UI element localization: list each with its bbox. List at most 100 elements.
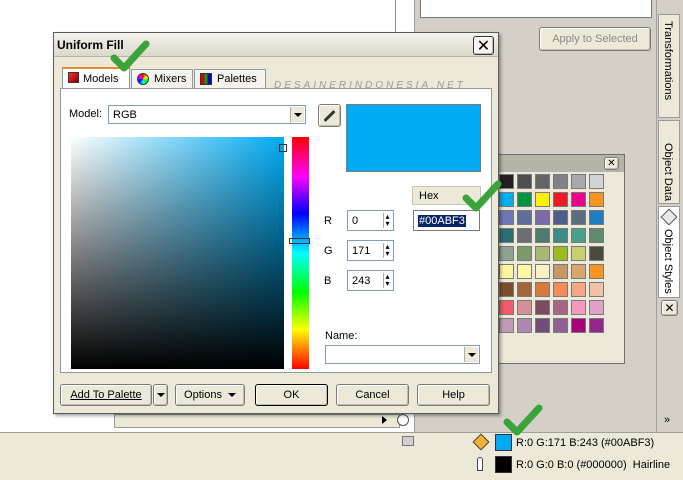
mixers-icon <box>137 73 149 85</box>
ok-label: OK <box>283 389 300 401</box>
g-input-value: 171 <box>352 244 371 257</box>
palette-swatch[interactable] <box>571 282 586 297</box>
cancel-button[interactable]: Cancel <box>336 384 409 406</box>
side-tab-object-styles[interactable]: Object Styles <box>658 206 680 298</box>
status-snap-icon <box>402 436 414 446</box>
palette-swatch[interactable] <box>553 210 568 225</box>
outline-pen-icon <box>477 457 483 471</box>
palette-swatch[interactable] <box>571 246 586 261</box>
r-label: R <box>324 215 332 227</box>
color-palette-window: ✕ <box>488 154 625 364</box>
palette-swatch[interactable] <box>553 264 568 279</box>
palette-swatch[interactable] <box>571 300 586 315</box>
hue-slider[interactable] <box>289 137 310 369</box>
r-spinner-icon[interactable]: ▴ ▾ <box>383 213 391 228</box>
palette-swatch[interactable] <box>535 174 550 189</box>
palette-swatch[interactable] <box>589 174 604 189</box>
palette-swatch[interactable] <box>589 300 604 315</box>
palette-swatch[interactable] <box>553 228 568 243</box>
palette-swatch[interactable] <box>553 246 568 261</box>
scroll-right-arrow-icon[interactable] <box>382 416 387 424</box>
palette-swatch[interactable] <box>553 300 568 315</box>
hue-slider-marker[interactable] <box>289 238 310 244</box>
palette-swatch[interactable] <box>499 264 514 279</box>
side-tab-object-data-label: Object Data <box>662 143 674 202</box>
add-to-palette-button[interactable]: Add To Palette <box>60 384 152 406</box>
palette-swatch[interactable] <box>517 246 532 261</box>
ok-button[interactable]: OK <box>255 384 328 406</box>
add-to-palette-dropdown-button[interactable] <box>153 384 168 406</box>
g-spinner-icon[interactable]: ▴ ▾ <box>383 243 391 258</box>
side-tab-transformations[interactable]: Transformations <box>658 14 680 118</box>
help-button[interactable]: Help <box>417 384 490 406</box>
palette-swatch[interactable] <box>499 300 514 315</box>
palette-swatch[interactable] <box>499 318 514 333</box>
docker-white-box <box>420 0 652 18</box>
palette-swatch[interactable] <box>535 192 550 207</box>
outline-color-swatch[interactable] <box>495 456 512 473</box>
color-field-marker[interactable] <box>279 144 287 152</box>
palette-swatch[interactable] <box>499 228 514 243</box>
palette-swatch[interactable] <box>571 264 586 279</box>
docker-scroll-arrow-icon[interactable]: » <box>664 414 670 426</box>
palette-swatch[interactable] <box>589 264 604 279</box>
palette-swatch[interactable] <box>571 174 586 189</box>
b-input[interactable]: 243 ▴ ▾ <box>347 270 394 291</box>
g-label: G <box>324 245 333 257</box>
palette-swatch[interactable] <box>589 246 604 261</box>
palette-swatch[interactable] <box>517 318 532 333</box>
palette-swatch[interactable] <box>517 264 532 279</box>
apply-to-selected-button[interactable]: Apply to Selected <box>539 27 651 51</box>
palette-swatch[interactable] <box>517 300 532 315</box>
palette-swatch[interactable] <box>589 192 604 207</box>
palette-swatch[interactable] <box>589 318 604 333</box>
horizontal-scrollbar[interactable] <box>114 414 400 428</box>
palette-swatch[interactable] <box>553 174 568 189</box>
palette-swatch[interactable] <box>589 282 604 297</box>
palette-swatch[interactable] <box>517 192 532 207</box>
palette-swatch[interactable] <box>535 210 550 225</box>
tab-palettes[interactable]: Palettes <box>194 69 266 88</box>
palette-swatch[interactable] <box>553 192 568 207</box>
palette-swatch[interactable] <box>517 228 532 243</box>
palette-swatch[interactable] <box>535 318 550 333</box>
palette-swatch[interactable] <box>535 246 550 261</box>
palette-swatch[interactable] <box>535 228 550 243</box>
side-tab-object-data[interactable]: Object Data <box>658 120 680 204</box>
checkmark-icon <box>110 40 150 72</box>
options-button[interactable]: Options <box>175 384 245 406</box>
cancel-label: Cancel <box>355 389 390 401</box>
color-saturation-field[interactable] <box>71 137 287 369</box>
palette-swatch[interactable] <box>571 228 586 243</box>
eyedropper-button[interactable] <box>318 104 341 127</box>
palette-swatch[interactable] <box>553 318 568 333</box>
eyedropper-icon <box>323 109 336 122</box>
dialog-close-button[interactable]: ✕ <box>473 36 494 55</box>
palette-swatch[interactable] <box>571 192 586 207</box>
palette-swatch[interactable] <box>499 282 514 297</box>
b-spinner-icon[interactable]: ▴ ▾ <box>383 273 391 288</box>
palette-swatch[interactable] <box>571 210 586 225</box>
zoom-tool-icon[interactable] <box>397 414 409 426</box>
palette-swatch[interactable] <box>589 210 604 225</box>
name-dropdown[interactable] <box>325 345 480 364</box>
outline-color-readout: R:0 G:0 B:0 (#000000) Hairline <box>516 459 671 471</box>
palette-swatch[interactable] <box>517 174 532 189</box>
palette-swatch[interactable] <box>517 282 532 297</box>
chevron-down-icon <box>290 107 304 122</box>
palette-swatch[interactable] <box>535 282 550 297</box>
help-label: Help <box>442 389 465 401</box>
options-chevron-down-icon <box>227 393 236 397</box>
docker-close-button[interactable]: ✕ <box>661 300 678 316</box>
g-input[interactable]: 171 ▴ ▾ <box>347 240 394 261</box>
palette-swatch[interactable] <box>589 228 604 243</box>
palette-close-button[interactable]: ✕ <box>604 157 619 170</box>
palette-swatch[interactable] <box>499 246 514 261</box>
palette-swatch[interactable] <box>535 300 550 315</box>
palette-swatch[interactable] <box>571 318 586 333</box>
palette-swatch[interactable] <box>535 264 550 279</box>
r-input[interactable]: 0 ▴ ▾ <box>347 210 394 231</box>
model-dropdown[interactable]: RGB <box>108 105 306 124</box>
palette-swatch[interactable] <box>553 282 568 297</box>
palette-swatch[interactable] <box>517 210 532 225</box>
